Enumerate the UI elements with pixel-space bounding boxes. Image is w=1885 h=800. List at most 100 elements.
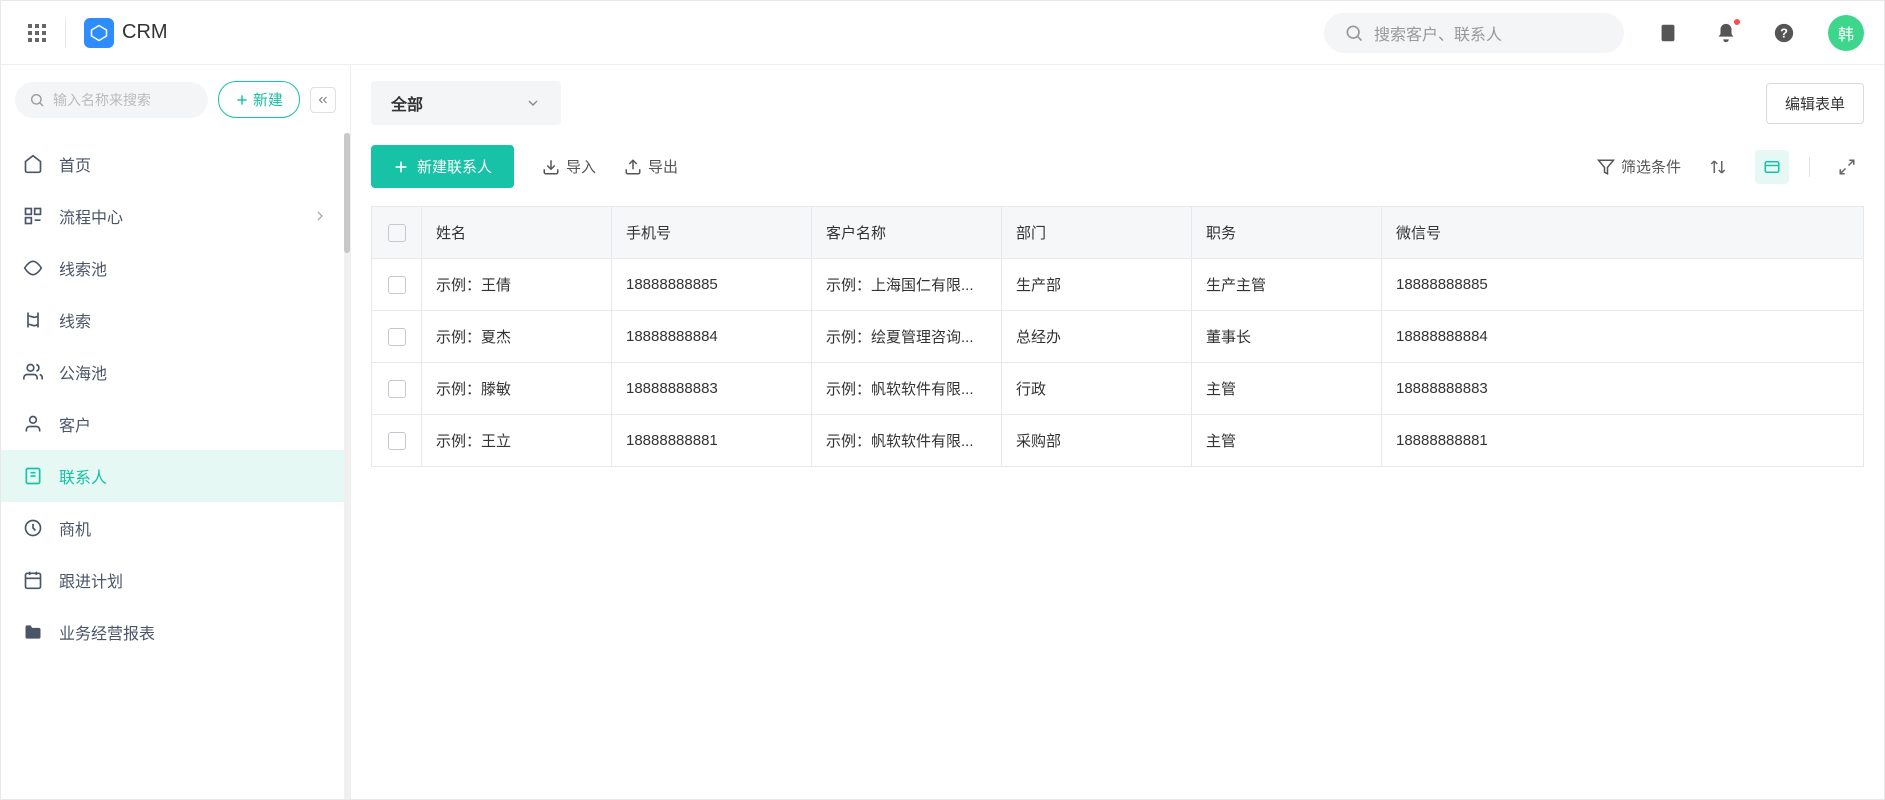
main-content: 全部 编辑表单 新建联系人 导入 导出 xyxy=(351,65,1884,799)
cell-name: 示例：滕敏 xyxy=(422,363,612,415)
plus-icon xyxy=(393,159,409,175)
export-button[interactable]: 导出 xyxy=(624,156,678,177)
svg-text:?: ? xyxy=(1780,25,1788,40)
search-placeholder: 搜索客户、联系人 xyxy=(1374,21,1502,45)
cell-dept: 采购部 xyxy=(1002,415,1192,467)
table-row[interactable]: 示例：滕敏18888888883示例：帆软软件有限...行政主管18888888… xyxy=(372,363,1864,415)
apps-grid-icon[interactable] xyxy=(21,17,53,49)
sidebar-item-7[interactable]: 商机 xyxy=(1,502,350,554)
sidebar-item-3[interactable]: 线索 xyxy=(1,294,350,346)
sidebar-item-label: 联系人 xyxy=(59,464,107,488)
checkbox[interactable] xyxy=(388,328,406,346)
sidebar: 输入名称来搜索 新建 首页流程中心线索池线索公海池客户联系人商机跟进计划业务经营… xyxy=(1,65,351,799)
checkbox[interactable] xyxy=(388,432,406,450)
chevron-right-icon xyxy=(312,208,328,224)
book-icon[interactable] xyxy=(1654,19,1682,47)
filter-conditions-button[interactable]: 筛选条件 xyxy=(1597,156,1681,177)
sidebar-item-label: 线索池 xyxy=(59,256,107,280)
cell-customer: 示例：帆软软件有限... xyxy=(812,415,1002,467)
fullscreen-button[interactable] xyxy=(1830,150,1864,184)
column-header[interactable]: 微信号 xyxy=(1382,207,1864,259)
sidebar-item-9[interactable]: 业务经营报表 xyxy=(1,606,350,658)
row-select-cell[interactable] xyxy=(372,363,422,415)
table-row[interactable]: 示例：王立18888888881示例：帆软软件有限...采购部主管1888888… xyxy=(372,415,1864,467)
export-icon xyxy=(624,158,642,176)
cell-dept: 行政 xyxy=(1002,363,1192,415)
sidebar-item-label: 流程中心 xyxy=(59,204,123,228)
sidebar-search-placeholder: 输入名称来搜索 xyxy=(53,90,151,110)
column-header[interactable]: 手机号 xyxy=(612,207,812,259)
table-row[interactable]: 示例：王倩18888888885示例：上海国仁有限...生产部生产主管18888… xyxy=(372,259,1864,311)
cell-wechat: 18888888881 xyxy=(1382,415,1864,467)
sidebar-item-label: 商机 xyxy=(59,516,91,540)
sort-button[interactable] xyxy=(1701,150,1735,184)
toolbar-divider xyxy=(1809,157,1810,177)
sidebar-item-label: 跟进计划 xyxy=(59,568,123,592)
card-view-button[interactable] xyxy=(1755,150,1789,184)
bell-icon[interactable] xyxy=(1712,19,1740,47)
search-icon xyxy=(1344,23,1364,43)
collapse-sidebar-button[interactable] xyxy=(310,87,336,113)
sidebar-item-2[interactable]: 线索池 xyxy=(1,242,350,294)
help-icon[interactable]: ? xyxy=(1770,19,1798,47)
cell-customer: 示例：帆软软件有限... xyxy=(812,363,1002,415)
checkbox[interactable] xyxy=(388,224,406,242)
filter-conditions-label: 筛选条件 xyxy=(1621,156,1681,177)
cell-name: 示例：王倩 xyxy=(422,259,612,311)
filter-icon xyxy=(1597,158,1615,176)
view-filter-select[interactable]: 全部 xyxy=(371,81,561,125)
import-icon xyxy=(542,158,560,176)
new-button[interactable]: 新建 xyxy=(218,81,300,118)
top-header: CRM 搜索客户、联系人 ? 韩 xyxy=(1,1,1884,65)
sidebar-item-label: 公海池 xyxy=(59,360,107,384)
cell-position: 生产主管 xyxy=(1192,259,1382,311)
sort-icon xyxy=(1709,158,1727,176)
sidebar-item-8[interactable]: 跟进计划 xyxy=(1,554,350,606)
edit-form-button[interactable]: 编辑表单 xyxy=(1766,83,1864,124)
plus-icon xyxy=(235,93,249,107)
cell-wechat: 18888888884 xyxy=(1382,311,1864,363)
cell-customer: 示例：绘夏管理咨询... xyxy=(812,311,1002,363)
column-header[interactable]: 客户名称 xyxy=(812,207,1002,259)
column-header[interactable]: 部门 xyxy=(1002,207,1192,259)
new-button-label: 新建 xyxy=(253,89,283,110)
checkbox[interactable] xyxy=(388,276,406,294)
sidebar-item-label: 首页 xyxy=(59,152,91,176)
sidebar-item-6[interactable]: 联系人 xyxy=(1,450,350,502)
cell-phone: 18888888884 xyxy=(612,311,812,363)
sidebar-item-label: 客户 xyxy=(59,412,91,436)
column-header[interactable]: 姓名 xyxy=(422,207,612,259)
chevron-double-left-icon xyxy=(316,93,330,107)
view-filter-label: 全部 xyxy=(391,91,423,115)
sidebar-scrollbar[interactable] xyxy=(344,133,350,799)
cell-wechat: 18888888883 xyxy=(1382,363,1864,415)
new-contact-button[interactable]: 新建联系人 xyxy=(371,145,514,188)
notification-dot xyxy=(1732,17,1742,27)
sidebar-item-label: 业务经营报表 xyxy=(59,620,155,644)
cell-position: 主管 xyxy=(1192,363,1382,415)
chevron-down-icon xyxy=(525,95,541,111)
select-all-header[interactable] xyxy=(372,207,422,259)
import-button[interactable]: 导入 xyxy=(542,156,596,177)
sidebar-item-5[interactable]: 客户 xyxy=(1,398,350,450)
header-actions: ? 韩 xyxy=(1654,15,1864,51)
cell-phone: 18888888885 xyxy=(612,259,812,311)
table-row[interactable]: 示例：夏杰18888888884示例：绘夏管理咨询...总经办董事长188888… xyxy=(372,311,1864,363)
column-header[interactable]: 职务 xyxy=(1192,207,1382,259)
global-search[interactable]: 搜索客户、联系人 xyxy=(1324,13,1624,53)
export-label: 导出 xyxy=(648,156,678,177)
row-select-cell[interactable] xyxy=(372,311,422,363)
sidebar-item-1[interactable]: 流程中心 xyxy=(1,190,350,242)
cell-phone: 18888888881 xyxy=(612,415,812,467)
sidebar-item-4[interactable]: 公海池 xyxy=(1,346,350,398)
cell-dept: 总经办 xyxy=(1002,311,1192,363)
sidebar-item-0[interactable]: 首页 xyxy=(1,138,350,190)
avatar[interactable]: 韩 xyxy=(1828,15,1864,51)
row-select-cell[interactable] xyxy=(372,259,422,311)
brand-text: CRM xyxy=(122,21,168,44)
cell-position: 董事长 xyxy=(1192,311,1382,363)
checkbox[interactable] xyxy=(388,380,406,398)
cell-dept: 生产部 xyxy=(1002,259,1192,311)
row-select-cell[interactable] xyxy=(372,415,422,467)
sidebar-search[interactable]: 输入名称来搜索 xyxy=(15,82,208,118)
